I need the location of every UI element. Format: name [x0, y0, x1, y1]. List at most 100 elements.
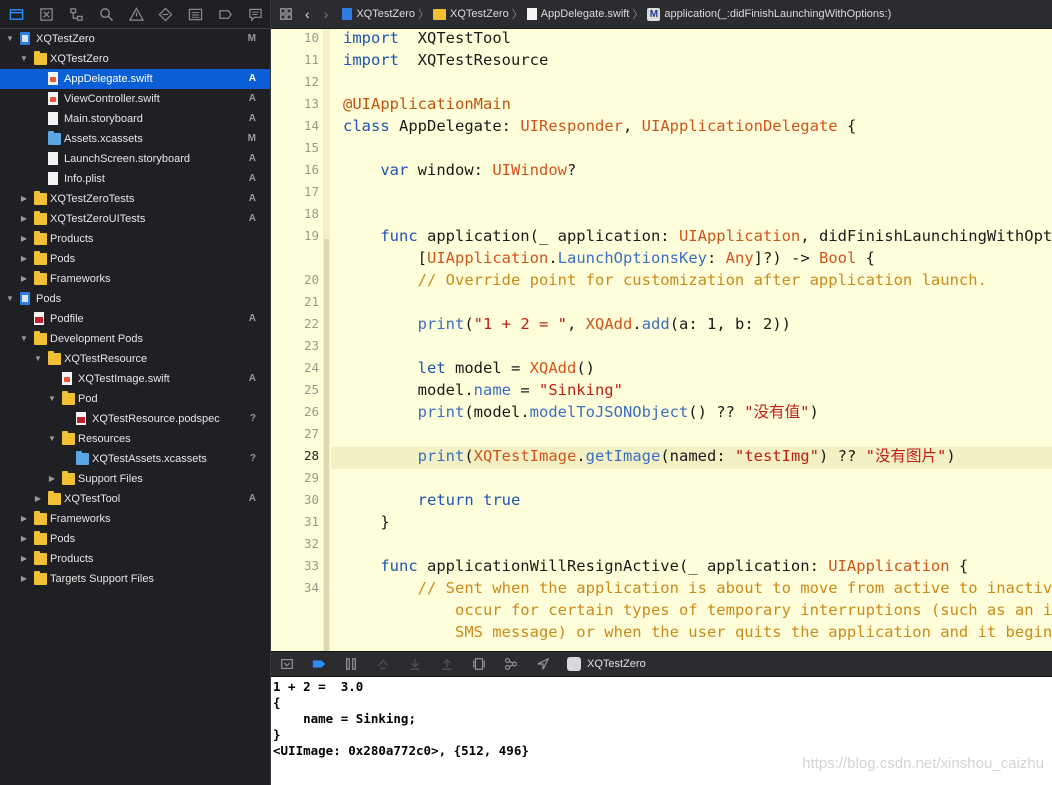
- tree-row[interactable]: ▼ Pods: [0, 289, 270, 309]
- tree-row[interactable]: ▼ Development Pods: [0, 329, 270, 349]
- disclosure-expanded-icon[interactable]: ▼: [46, 389, 58, 409]
- disclosure-collapsed-icon[interactable]: ▶: [18, 249, 30, 269]
- code-token: Any: [725, 249, 754, 267]
- line-number: 20: [303, 272, 319, 287]
- tree-row[interactable]: ▼ Pod: [0, 389, 270, 409]
- tree-row[interactable]: ▼ XQTestZero M: [0, 29, 270, 49]
- disclosure-expanded-icon[interactable]: ▼: [46, 429, 58, 449]
- test-navigator-icon[interactable]: [151, 0, 181, 28]
- code-token: XQTestResource: [399, 51, 549, 69]
- disclosure-expanded-icon[interactable]: ▼: [18, 329, 30, 349]
- code-token: LaunchOptionsKey: [557, 249, 707, 267]
- tree-row[interactable]: ▶ Frameworks: [0, 269, 270, 289]
- disclosure-expanded-icon[interactable]: ▼: [4, 29, 16, 49]
- tree-row[interactable]: ▶ XQTestZeroUITests A: [0, 209, 270, 229]
- swift-file-icon: [62, 372, 72, 385]
- step-over-icon[interactable]: [367, 652, 399, 676]
- debug-navigator-icon[interactable]: [181, 0, 211, 28]
- tree-row[interactable]: ▶ Products: [0, 549, 270, 569]
- code-token: (named:: [660, 447, 735, 465]
- tree-row-label: Podfile: [50, 313, 84, 325]
- code-token: "1 + 2 = ": [473, 315, 567, 333]
- tree-row[interactable]: Assets.xcassets M: [0, 129, 270, 149]
- tree-row[interactable]: ▶ Pods: [0, 249, 270, 269]
- find-navigator-icon[interactable]: [91, 0, 121, 28]
- code-token: ?: [566, 161, 577, 179]
- tree-row[interactable]: ▼ Resources: [0, 429, 270, 449]
- step-into-icon[interactable]: [399, 652, 431, 676]
- code-token: ]?) ->: [753, 249, 819, 267]
- ruby-file-icon: [76, 412, 86, 425]
- jumpbar-file[interactable]: AppDelegate.swift 〉: [526, 6, 648, 22]
- tree-row[interactable]: ▶ Support Files: [0, 469, 270, 489]
- issue-navigator-icon[interactable]: [121, 0, 151, 28]
- disclosure-collapsed-icon[interactable]: ▶: [18, 269, 30, 289]
- tree-row[interactable]: Podfile A: [0, 309, 270, 329]
- hide-debug-area-icon[interactable]: [271, 652, 303, 676]
- tree-row[interactable]: Main.storyboard A: [0, 109, 270, 129]
- jumpbar-group[interactable]: XQTestZero 〉: [433, 6, 527, 22]
- tree-row[interactable]: ▶ Products: [0, 229, 270, 249]
- tree-row-label: Pods: [50, 253, 76, 265]
- jumpbar-project[interactable]: XQTestZero 〉: [342, 6, 433, 22]
- memory-graph-icon[interactable]: [495, 652, 527, 676]
- swift-file-icon: [48, 72, 58, 85]
- disclosure-collapsed-icon[interactable]: ▶: [18, 549, 30, 569]
- tree-row[interactable]: ▼ XQTestZero: [0, 49, 270, 69]
- disclosure-expanded-icon[interactable]: ▼: [18, 49, 30, 69]
- code-token: ): [809, 403, 819, 421]
- disclosure-collapsed-icon[interactable]: ▶: [32, 489, 44, 509]
- pause-icon[interactable]: [335, 652, 367, 676]
- disclosure-collapsed-icon[interactable]: ▶: [18, 509, 30, 529]
- project-navigator-icon[interactable]: [2, 0, 32, 28]
- tree-row[interactable]: XQTestImage.swift A: [0, 369, 270, 389]
- disclosure-expanded-icon[interactable]: ▼: [4, 289, 16, 309]
- disclosure-collapsed-icon[interactable]: ▶: [46, 469, 58, 489]
- step-out-icon[interactable]: [431, 652, 463, 676]
- console-output[interactable]: 1 + 2 = 3.0{ name = Sinking;} <UIImage: 0…: [271, 677, 1052, 785]
- code-folding-ribbon[interactable]: [323, 29, 330, 651]
- forward-chevron-icon[interactable]: ›: [324, 6, 329, 22]
- disclosure-collapsed-icon[interactable]: ▶: [18, 569, 30, 589]
- breakpoints-toggle-icon[interactable]: [303, 652, 335, 676]
- disclosure-collapsed-icon[interactable]: ▶: [18, 529, 30, 549]
- source-control-icon[interactable]: [32, 0, 62, 28]
- tree-row[interactable]: XQTestResource.podspec?: [0, 409, 270, 429]
- file-icon: [48, 152, 58, 165]
- related-items-icon[interactable]: [279, 7, 293, 21]
- source-editor[interactable]: 10 11 12 13 14 15 16 17 18 19 20 21 22 23 24 25 26 27 28 29…: [271, 29, 1052, 651]
- jumpbar-method[interactable]: M application(_:didFinishLaunchingWithOp…: [647, 7, 891, 21]
- tree-row[interactable]: AppDelegate.swift A: [0, 69, 270, 89]
- tree-row-label: XQTestZeroTests: [50, 193, 135, 205]
- line-number: 19: [303, 228, 319, 243]
- code-token: modelToJSONObject: [529, 403, 689, 421]
- back-chevron-icon[interactable]: ‹: [305, 6, 310, 22]
- disclosure-collapsed-icon[interactable]: ▶: [18, 229, 30, 249]
- jumpbar-separator-icon: 〉: [511, 9, 523, 21]
- source-control-status-badge: A: [248, 153, 256, 164]
- tree-row[interactable]: ▶ Targets Support Files: [0, 569, 270, 589]
- tree-row[interactable]: ▶ XQTestZeroTests A: [0, 189, 270, 209]
- code-token: [: [343, 249, 427, 267]
- simulate-location-icon[interactable]: [527, 652, 559, 676]
- process-target[interactable]: XQTestZero: [567, 657, 646, 671]
- editor-area: ‹ › XQTestZero 〉 XQTestZero 〉 AppDelegat…: [271, 0, 1052, 785]
- tree-row[interactable]: LaunchScreen.storyboard A: [0, 149, 270, 169]
- tree-row[interactable]: Info.plist A: [0, 169, 270, 189]
- tree-row[interactable]: ViewController.swift A: [0, 89, 270, 109]
- folder-icon: [34, 231, 47, 245]
- view-hierarchy-icon[interactable]: [463, 652, 495, 676]
- disclosure-collapsed-icon[interactable]: ▶: [18, 209, 30, 229]
- report-navigator-icon[interactable]: [240, 0, 270, 28]
- tree-row[interactable]: XQTestAssets.xcassets?: [0, 449, 270, 469]
- tree-row[interactable]: ▼ XQTestResource: [0, 349, 270, 369]
- tree-row[interactable]: ▶ Frameworks: [0, 509, 270, 529]
- jumpbar-project-label: XQTestZero: [356, 8, 416, 20]
- tree-row[interactable]: ▶ Pods: [0, 529, 270, 549]
- symbol-navigator-icon[interactable]: [62, 0, 92, 28]
- disclosure-expanded-icon[interactable]: ▼: [32, 349, 44, 369]
- disclosure-collapsed-icon[interactable]: ▶: [18, 189, 30, 209]
- breakpoint-navigator-icon[interactable]: [210, 0, 240, 28]
- tree-row[interactable]: ▶ XQTestTool A: [0, 489, 270, 509]
- code-token: applicationWillResignActive(_ applicatio…: [417, 557, 829, 575]
